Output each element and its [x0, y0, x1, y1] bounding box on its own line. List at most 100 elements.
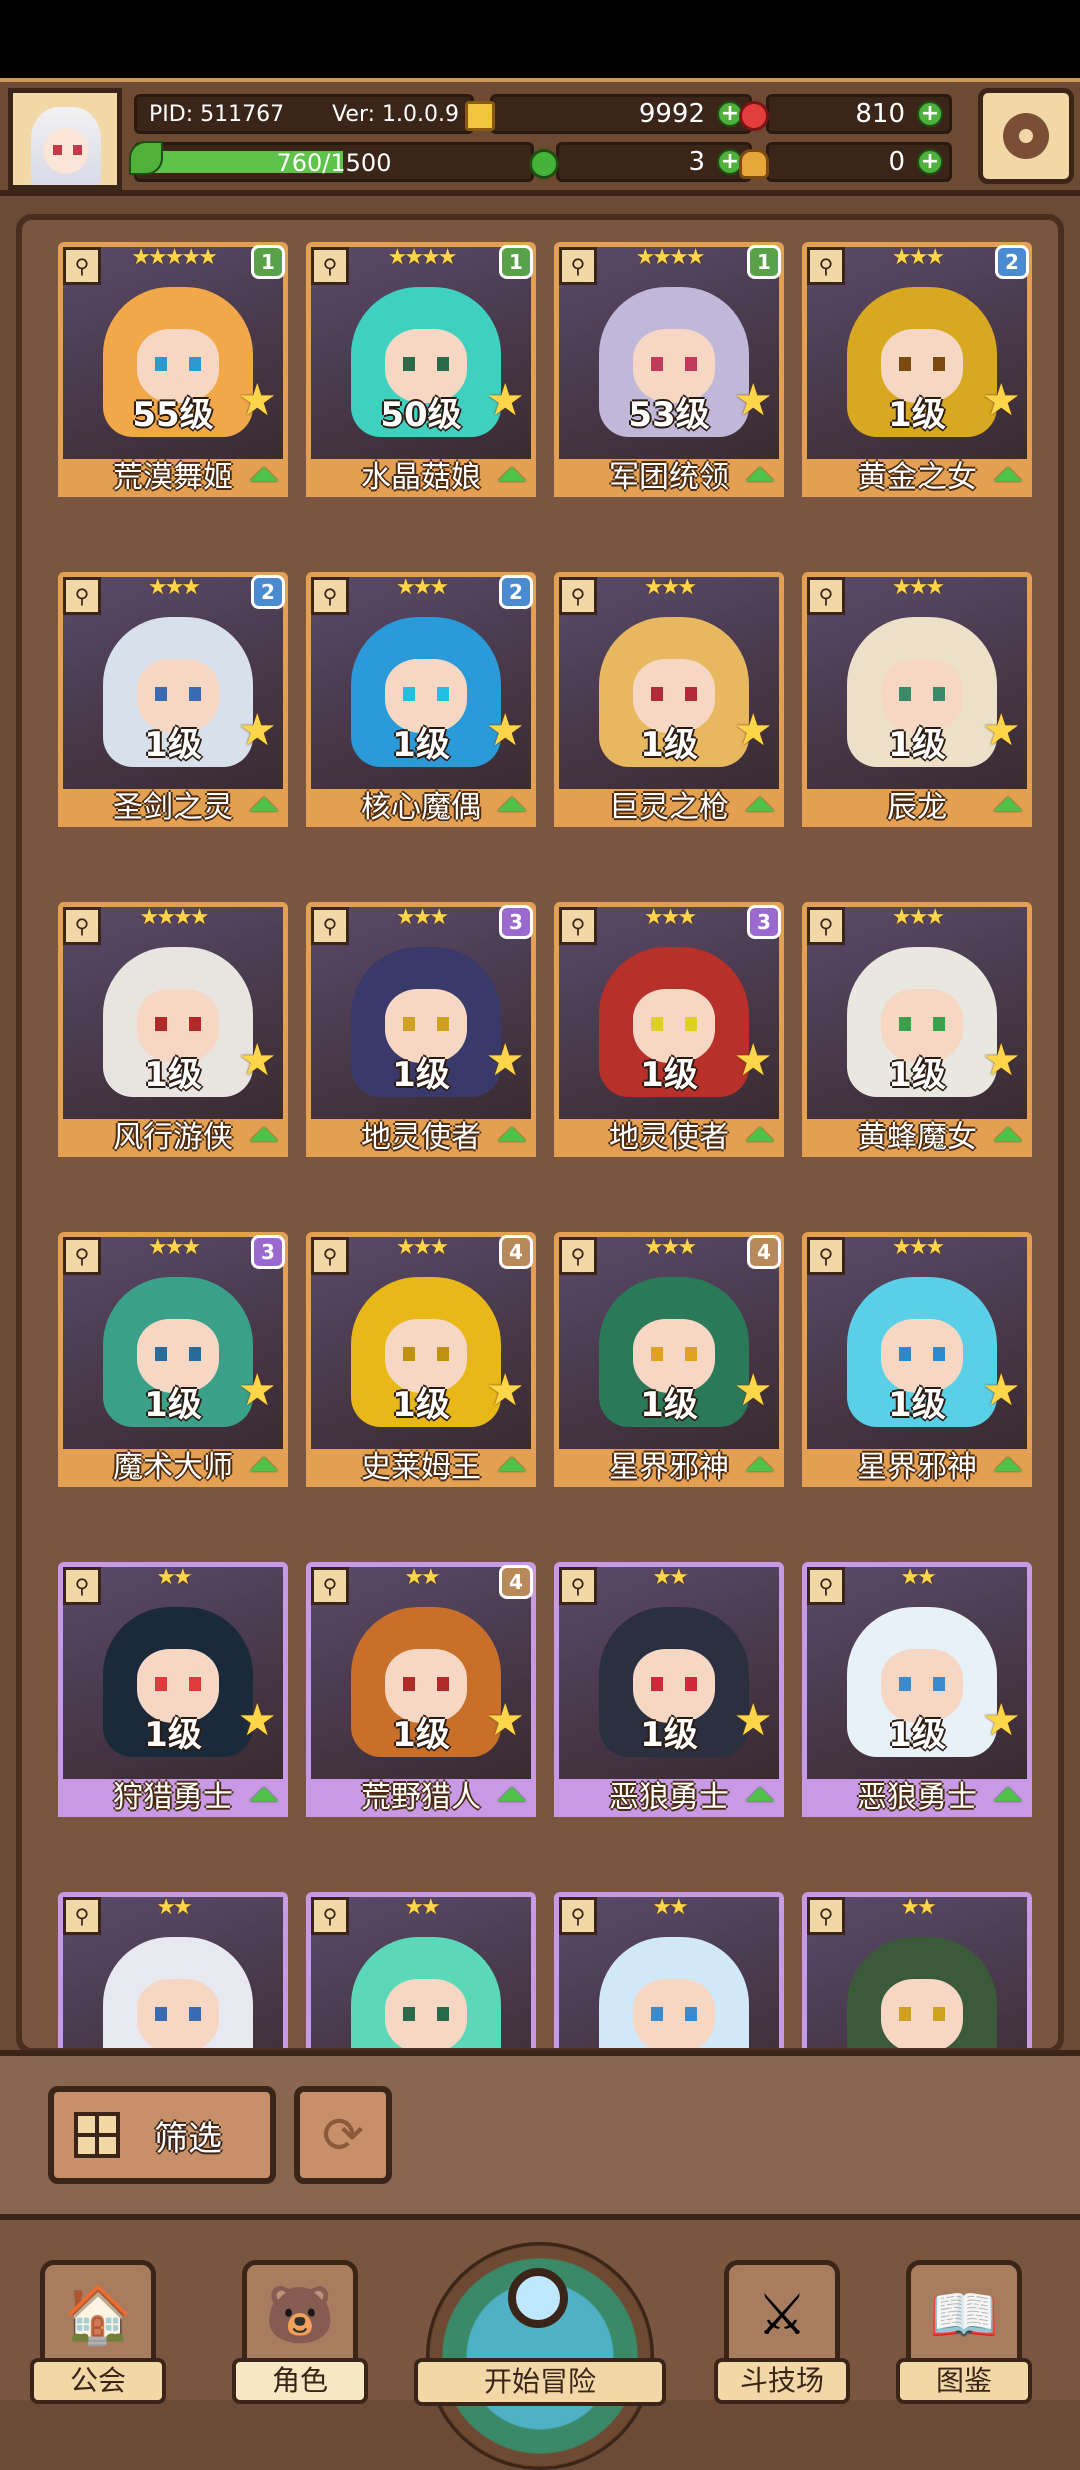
star-icon: ★: [485, 1035, 525, 1086]
portrait-eye: [651, 687, 663, 701]
upgrade-arrow-icon[interactable]: ⏶: [985, 1113, 1031, 1157]
portrait-eye: [933, 1677, 945, 1691]
portrait-eye: [189, 357, 201, 371]
rarity-stars: ★★★: [891, 245, 945, 270]
character-card[interactable]: ⚲ ★★: [306, 1892, 536, 2048]
character-card[interactable]: ⚲ ★★: [58, 1892, 288, 2048]
settings-button[interactable]: [978, 88, 1074, 184]
star-icon: ★: [981, 1365, 1021, 1416]
weapon-type-icon: ⚲: [807, 1237, 845, 1275]
upgrade-arrow-icon[interactable]: ⏶: [489, 1443, 535, 1487]
rank-badge: 1: [251, 245, 285, 279]
rank-badge: 4: [499, 1565, 533, 1599]
upgrade-arrow-icon[interactable]: ⏶: [737, 783, 783, 827]
star-icon: ★: [237, 1035, 277, 1086]
weapon-type-icon: ⚲: [63, 1237, 101, 1275]
upgrade-arrow-icon[interactable]: ⏶: [241, 783, 287, 827]
upgrade-arrow-icon[interactable]: ⏶: [489, 783, 535, 827]
weapon-type-icon: ⚲: [559, 247, 597, 285]
rarity-stars: ★★★: [643, 575, 697, 600]
add-gems-button[interactable]: +: [917, 101, 943, 127]
star-icon: ★: [485, 705, 525, 756]
character-card[interactable]: ⚲ ★★ 1级 ★ 狩猎勇士 ⏶: [58, 1562, 288, 1817]
upgrade-arrow-icon[interactable]: ⏶: [985, 1773, 1031, 1817]
character-card[interactable]: ⚲ ★★★ 4 1级 ★ 星界邪神 ⏶: [554, 1232, 784, 1487]
portrait-eye: [155, 1017, 167, 1031]
upgrade-arrow-icon[interactable]: ⏶: [489, 1113, 535, 1157]
clover-icon: [529, 149, 559, 179]
portrait-eye: [685, 2007, 697, 2021]
upgrade-arrow-icon[interactable]: ⏶: [985, 1443, 1031, 1487]
upgrade-arrow-icon[interactable]: ⏶: [241, 1443, 287, 1487]
character-card[interactable]: ⚲ ★★★ 1级 ★ 巨灵之枪 ⏶: [554, 572, 784, 827]
character-card[interactable]: ⚲ ★★: [554, 1892, 784, 2048]
character-card[interactable]: ⚲ ★★★ 3 1级 ★ 魔术大师 ⏶: [58, 1232, 288, 1487]
character-card[interactable]: ⚲ ★★★ 2 1级 ★ 核心魔偶 ⏶: [306, 572, 536, 827]
bottom-nav: 🏠 公会 🐻 角色 开始冒险 ⚔ 斗技场 📖 图鉴: [0, 2214, 1080, 2470]
character-card[interactable]: ⚲ ★★★ 3 1级 ★ 地灵使者 ⏶: [306, 902, 536, 1157]
upgrade-arrow-icon[interactable]: ⏶: [985, 453, 1031, 497]
nav-adventure[interactable]: 开始冒险: [414, 2220, 666, 2470]
clover-value: 3: [688, 147, 705, 177]
upgrade-arrow-icon[interactable]: ⏶: [489, 453, 535, 497]
star-icon: ★: [733, 375, 773, 426]
star-icon: ★: [485, 1695, 525, 1746]
rarity-stars: ★★★: [891, 575, 945, 600]
portrait-face: [633, 1979, 715, 2048]
bell-icon: [739, 149, 769, 179]
magnifier-icon: [508, 2268, 568, 2328]
rarity-stars: ★★★: [643, 905, 697, 930]
portrait-face: [137, 1979, 219, 2048]
top-bar: PID: 511767 Ver: 1.0.0.9 760/1500 9992 +…: [0, 78, 1080, 196]
portrait-eye: [899, 1677, 911, 1691]
nav-codex[interactable]: 📖 图鉴: [896, 2260, 1032, 2404]
character-card[interactable]: ⚲ ★★★ 1级 ★ 星界邪神 ⏶: [802, 1232, 1032, 1487]
upgrade-arrow-icon[interactable]: ⏶: [737, 1113, 783, 1157]
character-card[interactable]: ⚲ ★★★ 1级 ★ 黄蜂魔女 ⏶: [802, 902, 1032, 1157]
character-card[interactable]: ⚲ ★★★★ 1 50级 ★ 水晶菇娘 ⏶: [306, 242, 536, 497]
portrait-eye: [933, 2007, 945, 2021]
player-avatar[interactable]: [8, 88, 122, 190]
portrait-eye: [685, 357, 697, 371]
character-card[interactable]: ⚲ ★★: [802, 1892, 1032, 2048]
character-card[interactable]: ⚲ ★★ 4 1级 ★ 荒野猎人 ⏶: [306, 1562, 536, 1817]
character-card[interactable]: ⚲ ★★★★ 1 53级 ★ 军团统领 ⏶: [554, 242, 784, 497]
card-grid: ⚲ ★★★★★ 1 55级 ★ 荒漠舞姬 ⏶ ⚲ ★★★★ 1 50级 ★ 水晶…: [58, 242, 1058, 2048]
upgrade-arrow-icon[interactable]: ⏶: [489, 1773, 535, 1817]
portrait-eye: [933, 687, 945, 701]
weapon-type-icon: ⚲: [559, 907, 597, 945]
upgrade-arrow-icon[interactable]: ⏶: [241, 453, 287, 497]
upgrade-arrow-icon[interactable]: ⏶: [241, 1773, 287, 1817]
character-card[interactable]: ⚲ ★★★ 2 1级 ★ 圣剑之灵 ⏶: [58, 572, 288, 827]
nav-character[interactable]: 🐻 角色: [232, 2260, 368, 2404]
character-card[interactable]: ⚲ ★★★ 2 1级 ★ 黄金之女 ⏶: [802, 242, 1032, 497]
character-card[interactable]: ⚲ ★★ 1级 ★ 恶狼勇士 ⏶: [802, 1562, 1032, 1817]
upgrade-arrow-icon[interactable]: ⏶: [241, 1113, 287, 1157]
upgrade-arrow-icon[interactable]: ⏶: [737, 453, 783, 497]
rarity-stars: ★★: [652, 1565, 688, 1590]
character-card[interactable]: ⚲ ★★★ 4 1级 ★ 史莱姆王 ⏶: [306, 1232, 536, 1487]
upgrade-arrow-icon[interactable]: ⏶: [737, 1773, 783, 1817]
upgrade-arrow-icon[interactable]: ⏶: [737, 1443, 783, 1487]
filter-button[interactable]: 筛选: [48, 2086, 276, 2184]
refresh-button[interactable]: ⟳: [294, 2086, 392, 2184]
star-icon: ★: [981, 1035, 1021, 1086]
character-card[interactable]: ⚲ ★★★★ 1级 ★ 风行游侠 ⏶: [58, 902, 288, 1157]
star-icon: ★: [485, 375, 525, 426]
rank-badge: 2: [251, 575, 285, 609]
coin-icon: [465, 101, 495, 131]
add-bell-button[interactable]: +: [917, 149, 943, 175]
character-card[interactable]: ⚲ ★★ 1级 ★ 恶狼勇士 ⏶: [554, 1562, 784, 1817]
character-card[interactable]: ⚲ ★★★★★ 1 55级 ★ 荒漠舞姬 ⏶: [58, 242, 288, 497]
character-card[interactable]: ⚲ ★★★ 1级 ★ 辰龙 ⏶: [802, 572, 1032, 827]
character-card[interactable]: ⚲ ★★★ 3 1级 ★ 地灵使者 ⏶: [554, 902, 784, 1157]
nav-guild[interactable]: 🏠 公会: [30, 2260, 166, 2404]
weapon-type-icon: ⚲: [807, 577, 845, 615]
portrait-eye: [155, 357, 167, 371]
rarity-stars: ★★★★: [635, 245, 706, 270]
upgrade-arrow-icon[interactable]: ⏶: [985, 783, 1031, 827]
portrait-eye: [899, 1347, 911, 1361]
character-icon: 🐻: [242, 2260, 358, 2370]
weapon-type-icon: ⚲: [311, 247, 349, 285]
nav-arena[interactable]: ⚔ 斗技场: [714, 2260, 850, 2404]
